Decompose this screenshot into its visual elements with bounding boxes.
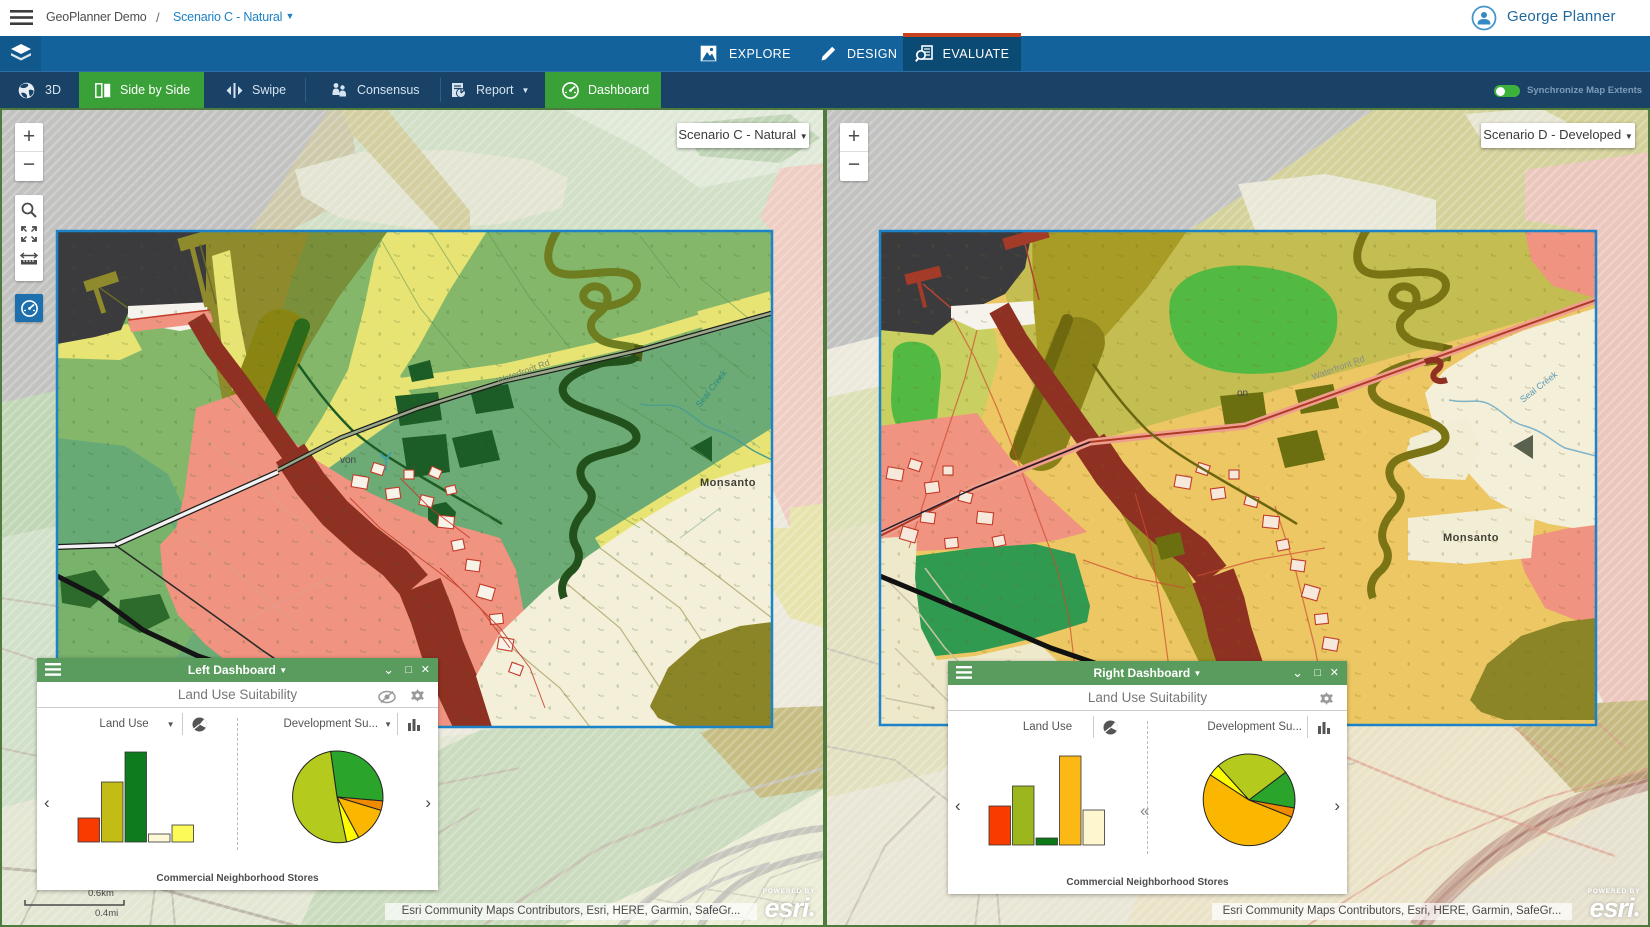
svg-text:Monsanto: Monsanto [1443, 532, 1499, 544]
svg-text:Monsanto: Monsanto [700, 477, 756, 489]
svg-text:von: von [340, 455, 356, 466]
svg-text:on: on [1237, 388, 1248, 399]
svg-text:0.4mi: 0.4mi [95, 908, 118, 919]
